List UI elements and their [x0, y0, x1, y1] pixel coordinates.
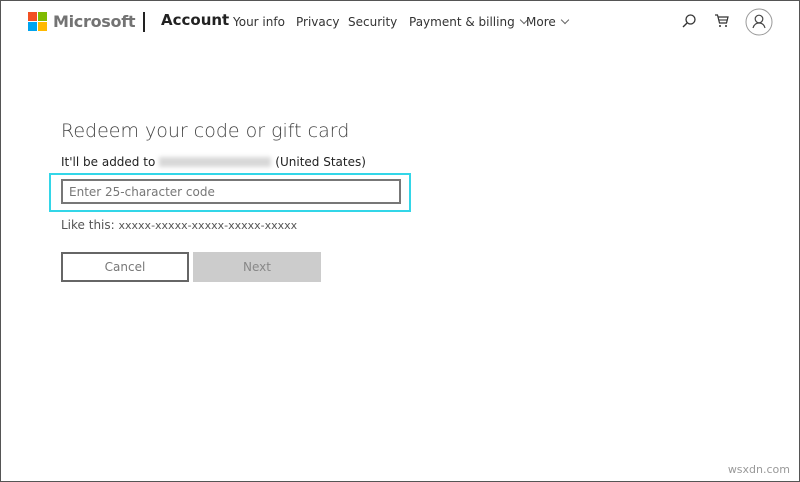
account-link[interactable]: Account — [161, 11, 229, 29]
nav-your-info[interactable]: Your info — [233, 15, 285, 29]
nav-payment-billing[interactable]: Payment & billing — [409, 15, 528, 29]
nav-more[interactable]: More — [526, 15, 569, 29]
page-title: Redeem your code or gift card — [61, 120, 350, 142]
divider — [143, 12, 145, 32]
microsoft-squares-icon — [28, 12, 47, 31]
microsoft-logo[interactable]: Microsoft — [28, 12, 136, 31]
search-icon[interactable] — [681, 13, 697, 29]
code-input[interactable] — [61, 179, 401, 204]
chevron-down-icon — [560, 15, 569, 25]
added-suffix: (United States) — [275, 155, 366, 169]
hint-example: xxxxx-xxxxx-xxxxx-xxxxx-xxxxx — [118, 219, 298, 232]
cart-icon[interactable] — [714, 13, 730, 29]
nav-label: More — [526, 15, 556, 29]
header: Microsoft Account Your info Privacy Secu… — [0, 0, 800, 44]
added-to-text: It'll be added to (United States) — [61, 155, 366, 169]
nav-security[interactable]: Security — [348, 15, 397, 29]
watermark: wsxdn.com — [727, 463, 790, 476]
added-prefix: It'll be added to — [61, 155, 156, 169]
window-frame — [0, 0, 800, 482]
account-avatar-icon[interactable] — [745, 8, 773, 36]
next-button[interactable]: Next — [193, 252, 321, 282]
brand-name: Microsoft — [53, 12, 136, 31]
blurred-email — [159, 157, 272, 167]
nav-privacy[interactable]: Privacy — [296, 15, 339, 29]
hint-label: Like this: — [61, 218, 115, 232]
format-hint: Like this: xxxxx-xxxxx-xxxxx-xxxxx-xxxxx — [61, 218, 297, 232]
cancel-button[interactable]: Cancel — [61, 252, 189, 282]
nav-label: Payment & billing — [409, 15, 515, 29]
